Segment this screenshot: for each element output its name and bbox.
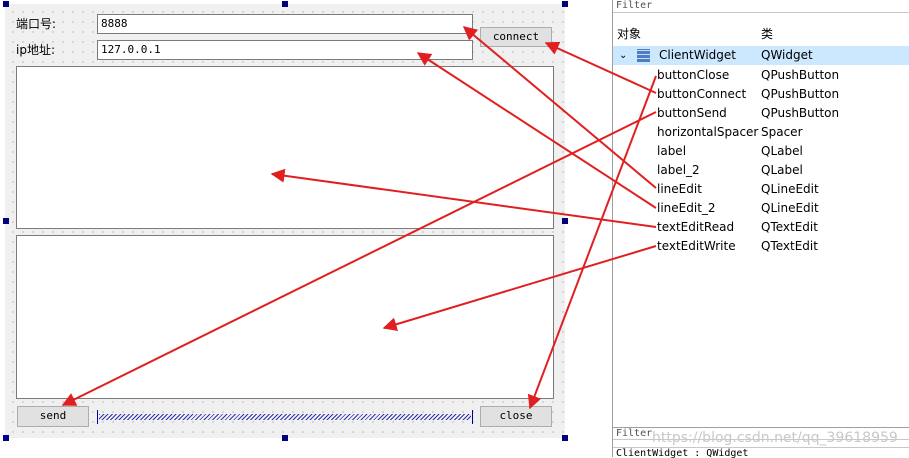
tree-row-class: QLineEdit [761, 182, 819, 196]
tree-row-name: lineEdit [657, 182, 702, 196]
object-inspector: Filter 对象 类 ⌄ ClientWidget QWidget butto… [612, 0, 909, 458]
tree-row[interactable]: lineEdit QLineEdit [613, 180, 909, 199]
tree-row-name: buttonClose [657, 68, 730, 82]
tree-row[interactable]: buttonSend QPushButton [613, 104, 909, 123]
text-edit-read[interactable] [16, 66, 554, 229]
resize-handle-tr[interactable] [562, 1, 568, 7]
column-class-header[interactable]: 类 [761, 25, 773, 42]
text-edit-write[interactable] [16, 235, 554, 399]
port-field[interactable]: 8888 [97, 14, 473, 34]
tree-row[interactable]: textEditWrite QTextEdit [613, 237, 909, 256]
tree-row[interactable]: label_2 QLabel [613, 161, 909, 180]
tree-row-name: label_2 [657, 163, 700, 177]
tree-row[interactable]: textEditRead QTextEdit [613, 218, 909, 237]
chevron-down-icon[interactable]: ⌄ [619, 46, 627, 65]
tree-row-class: QPushButton [761, 87, 840, 101]
tree-row[interactable]: horizontalSpacer Spacer [613, 123, 909, 142]
resize-handle-br[interactable] [562, 435, 568, 441]
close-button[interactable]: close [480, 406, 552, 427]
inspector-header: 对象 类 [613, 24, 909, 42]
port-label: 端口号: [16, 17, 57, 31]
filter-input-top[interactable]: Filter [613, 0, 909, 13]
tree-row-class: Spacer [761, 125, 803, 139]
tree-row-root-name: ClientWidget [659, 48, 736, 62]
tree-row-class: QTextEdit [761, 239, 818, 253]
resize-handle-bl[interactable] [3, 435, 9, 441]
connect-button[interactable]: connect [480, 27, 552, 47]
widget-grid-icon [637, 49, 650, 62]
tree-row-root[interactable]: ⌄ ClientWidget QWidget [613, 46, 909, 65]
tree-row-class: QPushButton [761, 106, 840, 120]
tree-row-class: QTextEdit [761, 220, 818, 234]
tree-row-class: QLineEdit [761, 201, 819, 215]
tree-row[interactable]: buttonClose QPushButton [613, 66, 909, 85]
ip-label: ip地址: [16, 43, 55, 57]
status-line: ClientWidget : QWidget [613, 447, 909, 458]
tree-row[interactable]: buttonConnect QPushButton [613, 85, 909, 104]
ip-field[interactable]: 127.0.0.1 [97, 40, 473, 60]
tree-row-root-class: QWidget [761, 48, 813, 62]
tree-row-class: QLabel [761, 144, 803, 158]
tree-row-name: label [657, 144, 687, 158]
resize-handle-bm[interactable] [282, 435, 288, 441]
resize-handle-tl[interactable] [3, 1, 9, 7]
tree-row-class: QLabel [761, 163, 803, 177]
tree-row-name: buttonSend [657, 106, 727, 120]
resize-handle-mr[interactable] [562, 218, 568, 224]
tree-row-name: textEditRead [657, 220, 735, 234]
column-object-header[interactable]: 对象 [617, 25, 641, 42]
send-button[interactable]: send [17, 406, 89, 427]
tree-row-name: horizontalSpacer [657, 125, 759, 139]
resize-handle-tm[interactable] [282, 1, 288, 7]
tree-row[interactable]: label QLabel [613, 142, 909, 161]
tree-row-name: lineEdit_2 [657, 201, 716, 215]
resize-handle-ml[interactable] [3, 218, 9, 224]
watermark: https://blog.csdn.net/qq_39618959 [652, 430, 898, 446]
tree-row-name: textEditWrite [657, 239, 736, 253]
tree-row-class: QPushButton [761, 68, 840, 82]
tree-row[interactable]: lineEdit_2 QLineEdit [613, 199, 909, 218]
horizontal-spacer [97, 410, 473, 424]
tree-row-name: buttonConnect [657, 87, 747, 101]
